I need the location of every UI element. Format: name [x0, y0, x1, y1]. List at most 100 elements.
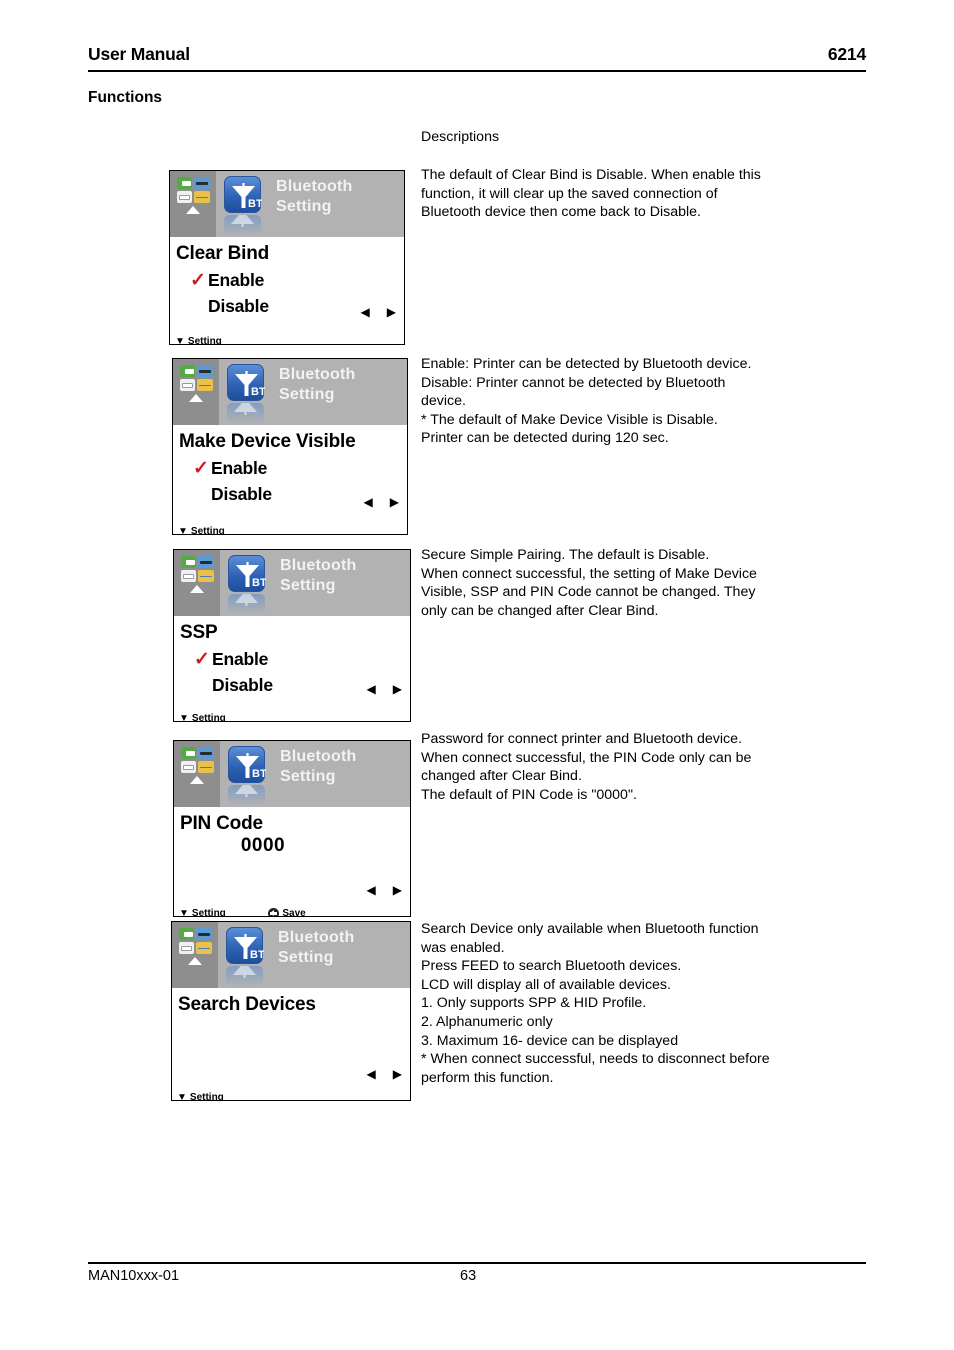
- ribbon-icon: [196, 378, 213, 391]
- media-icon: [176, 177, 193, 190]
- arrow-right-icon[interactable]: ▶: [393, 683, 402, 695]
- arrow-right-icon[interactable]: ▶: [393, 884, 402, 896]
- caret-up-icon: [190, 585, 204, 593]
- header-right-title: 6214: [827, 44, 866, 64]
- lcd-heading: Clear Bind: [176, 243, 270, 264]
- setting-label: Setting: [191, 713, 226, 722]
- printer-icon: [193, 177, 210, 190]
- arrow-left-icon[interactable]: ◀: [361, 306, 370, 318]
- arrow-left-icon[interactable]: ◀: [367, 884, 376, 896]
- setting-label: Setting: [190, 526, 225, 535]
- bluetooth-icon-reflection: BT: [228, 785, 265, 805]
- label-icon: [176, 190, 193, 203]
- lcd-option-enable[interactable]: ✓ Enable: [173, 458, 407, 479]
- setting-button[interactable]: ▼ Setting: [172, 1092, 224, 1100]
- save-icon: [268, 908, 280, 916]
- status-icon-grid: [179, 365, 213, 391]
- lcd-title: Bluetooth Setting: [270, 171, 404, 217]
- lcd-heading: Search Devices: [178, 994, 316, 1015]
- description-text: Search Device only available when Blueto…: [421, 921, 770, 1086]
- svg-text:BT: BT: [250, 949, 264, 961]
- lcd-screen-panel: BT BT Bluetooth Setting Clear Bind ✓ Ena…: [169, 170, 405, 345]
- lcd-title-line1: Bluetooth: [280, 557, 357, 574]
- lcd-nav-arrows: ◀ ▶: [367, 884, 402, 896]
- lcd-option-enable[interactable]: ✓ Enable: [174, 649, 410, 670]
- status-icon-tray: [174, 741, 220, 807]
- status-icon-grid: [180, 556, 214, 582]
- description-text: Enable: Printer can be detected by Bluet…: [421, 356, 752, 447]
- setting-button[interactable]: ▼ Setting: [174, 713, 226, 722]
- lcd-screen-panel: BT BT Bluetooth Setting PIN Code 0000 ◀ …: [173, 740, 411, 917]
- setting-label: Setting: [187, 336, 222, 345]
- lcd-header-bar: BT BT Bluetooth Setting: [170, 171, 404, 237]
- lcd-title-line1: Bluetooth: [279, 366, 356, 383]
- arrow-left-icon[interactable]: ◀: [367, 683, 376, 695]
- bluetooth-icon-reflection: BT: [227, 403, 264, 423]
- media-icon: [179, 365, 196, 378]
- svg-text:BT: BT: [251, 386, 265, 398]
- bluetooth-icon-zone: BT BT: [216, 171, 270, 237]
- footer-page-number: 63: [460, 1268, 477, 1284]
- lcd-body: SSP ✓ Enable Disable ◀ ▶ ▼ Setting: [174, 616, 410, 722]
- label-icon: [180, 569, 197, 582]
- caret-down-icon: ▼: [175, 336, 185, 345]
- lcd-heading: PIN Code: [180, 813, 263, 834]
- ribbon-icon: [197, 569, 214, 582]
- lcd-heading: Make Device Visible: [179, 431, 356, 452]
- status-icon-grid: [180, 747, 214, 773]
- header-divider: [88, 70, 866, 72]
- lcd-title-line1: Bluetooth: [280, 748, 357, 765]
- lcd-title: Bluetooth Setting: [273, 359, 407, 405]
- lcd-header-bar: BT BT Bluetooth Setting: [174, 741, 410, 807]
- lcd-title-line2: Setting: [278, 949, 334, 966]
- status-icon-tray: [172, 922, 218, 988]
- checkmark-icon: ✓: [193, 458, 209, 479]
- arrow-right-icon[interactable]: ▶: [390, 496, 399, 508]
- lcd-title-line1: Bluetooth: [276, 178, 353, 195]
- save-button[interactable]: Save: [268, 908, 306, 916]
- svg-text:BT: BT: [252, 577, 266, 589]
- status-icon-tray: [170, 171, 216, 237]
- arrow-right-icon[interactable]: ▶: [387, 306, 396, 318]
- lcd-option-enable[interactable]: ✓ Enable: [170, 270, 404, 291]
- lcd-header-bar: BT BT Bluetooth Setting: [172, 922, 410, 988]
- bluetooth-bt-icon: BT: [224, 176, 262, 213]
- lcd-option-label: Enable: [208, 270, 265, 290]
- bluetooth-icon-zone: BT BT: [220, 550, 274, 616]
- printer-icon: [195, 928, 212, 941]
- media-icon: [180, 747, 197, 760]
- bluetooth-icon-reflection: BT: [226, 966, 263, 986]
- lcd-footer-bar: ▼ Setting: [170, 336, 404, 345]
- lcd-footer-bar: ▼ Setting: [172, 1092, 410, 1100]
- lcd-header-bar: BT BT Bluetooth Setting: [173, 359, 407, 425]
- descriptions-column-heading: Descriptions: [421, 129, 500, 145]
- lcd-footer-bar: ▼ Setting: [173, 526, 407, 535]
- lcd-title-line2: Setting: [279, 386, 335, 403]
- arrow-left-icon[interactable]: ◀: [364, 496, 373, 508]
- lcd-screen-panel: BT BT Bluetooth Setting SSP ✓ Enable Dis…: [173, 549, 411, 722]
- description-text: The default of Clear Bind is Disable. Wh…: [421, 167, 761, 221]
- caret-up-icon: [189, 394, 203, 402]
- lcd-nav-arrows: ◀ ▶: [367, 1068, 402, 1080]
- lcd-body: Make Device Visible ✓ Enable Disable ◀ ▶…: [173, 425, 407, 535]
- svg-text:BT: BT: [252, 768, 266, 780]
- media-icon: [178, 928, 195, 941]
- arrow-right-icon[interactable]: ▶: [393, 1068, 402, 1080]
- page-title: Functions: [88, 89, 163, 106]
- lcd-screen-panel: BT BT Bluetooth Setting Make Device Visi…: [172, 358, 408, 535]
- status-icon-tray: [174, 550, 220, 616]
- lcd-screen-panel: BT BT Bluetooth Setting Search Devices ◀…: [171, 921, 411, 1101]
- lcd-title: Bluetooth Setting: [272, 922, 410, 968]
- bluetooth-icon-reflection: BT: [224, 215, 261, 235]
- setting-button[interactable]: ▼ Setting: [170, 336, 222, 345]
- lcd-footer-bar: ▼ Setting: [174, 713, 410, 722]
- arrow-left-icon[interactable]: ◀: [367, 1068, 376, 1080]
- bluetooth-bt-icon: BT: [228, 746, 266, 783]
- description-text: Secure Simple Pairing. The default is Di…: [421, 547, 757, 619]
- label-icon: [179, 378, 196, 391]
- setting-button[interactable]: ▼ Setting: [173, 526, 225, 535]
- caret-down-icon: ▼: [179, 908, 189, 917]
- setting-button[interactable]: ▼ Setting: [174, 908, 226, 917]
- label-icon: [180, 760, 197, 773]
- lcd-heading: SSP: [180, 622, 218, 643]
